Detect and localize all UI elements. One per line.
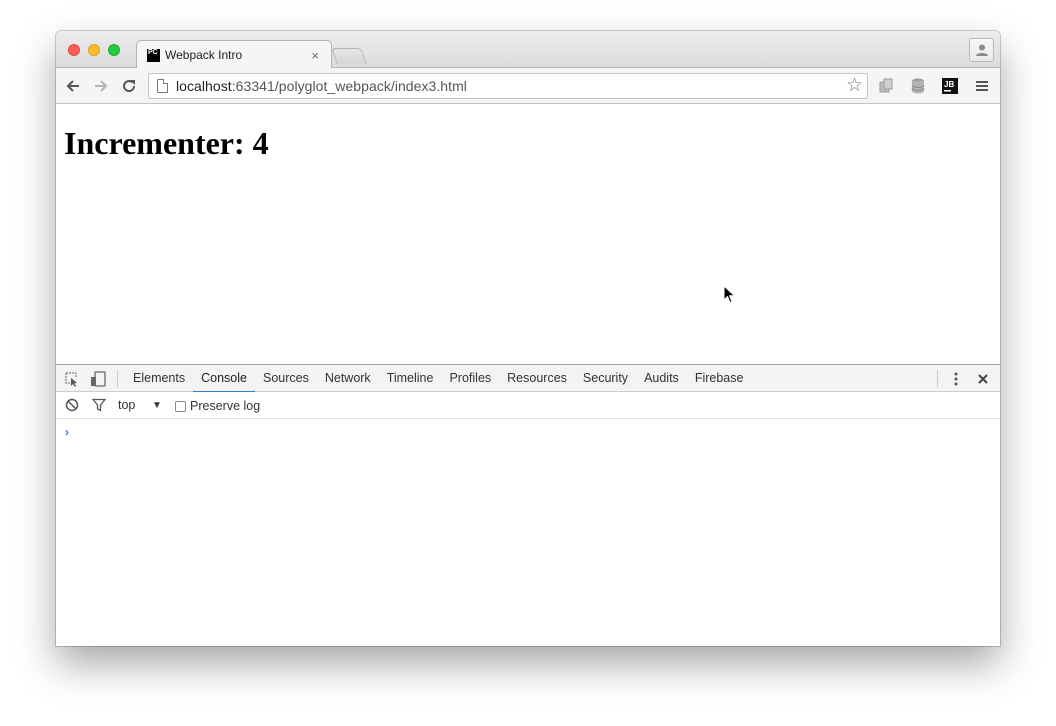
database-icon	[911, 78, 925, 94]
url-path: :63341/polyglot_webpack/index3.html	[231, 78, 467, 94]
zoom-window-button[interactable]	[108, 44, 120, 56]
browser-tab[interactable]: PC Webpack Intro ×	[136, 40, 332, 69]
address-bar[interactable]: localhost:63341/polyglot_webpack/index3.…	[148, 73, 868, 99]
tab-title: Webpack Intro	[165, 48, 243, 62]
reload-icon	[123, 80, 136, 93]
clear-console-button[interactable]	[63, 396, 81, 414]
new-tab-button[interactable]	[331, 48, 367, 64]
tab-network[interactable]: Network	[317, 365, 379, 392]
profile-icon	[975, 44, 988, 56]
page-content: Incrementer: 4	[56, 105, 1000, 364]
kebab-menu-icon	[954, 372, 958, 386]
database-extension-button[interactable]	[908, 76, 928, 96]
tab-elements[interactable]: Elements	[125, 365, 193, 392]
svg-text:JB: JB	[944, 80, 954, 89]
toolbar-divider	[937, 370, 938, 387]
devtools-tabs: Elements Console Sources Network Timelin…	[125, 365, 752, 393]
device-toggle-icon	[91, 371, 106, 387]
tab-resources[interactable]: Resources	[499, 365, 575, 392]
page-heading: Incrementer: 4	[64, 125, 269, 161]
tab-audits[interactable]: Audits	[636, 365, 687, 392]
filter-icon	[92, 398, 106, 412]
page-info-icon[interactable]	[157, 79, 168, 93]
mouse-cursor-icon	[723, 285, 736, 304]
inspect-cursor-icon	[65, 372, 77, 387]
browser-toolbar: localhost:63341/polyglot_webpack/index3.…	[56, 68, 1000, 104]
device-mode-button[interactable]	[89, 370, 107, 388]
preserve-log-option[interactable]: Preserve log	[175, 399, 260, 413]
tab-timeline[interactable]: Timeline	[379, 365, 442, 392]
close-icon	[978, 374, 988, 384]
jetbrains-icon: JB	[942, 78, 958, 94]
devtools-panel: Elements Console Sources Network Timelin…	[56, 364, 1000, 646]
preserve-log-checkbox[interactable]	[175, 400, 186, 412]
tab-security[interactable]: Security	[575, 365, 636, 392]
forward-button[interactable]	[91, 76, 111, 96]
url-host: localhost	[176, 78, 232, 94]
context-selector[interactable]: top	[118, 392, 135, 419]
toolbar-divider	[117, 370, 118, 387]
tab-close-icon[interactable]: ×	[311, 48, 319, 63]
tab-firebase[interactable]: Firebase	[687, 365, 752, 392]
pycharm-favicon-icon: PC	[147, 48, 160, 62]
devtools-menu-button[interactable]	[947, 370, 965, 388]
tab-profiles[interactable]: Profiles	[441, 365, 499, 392]
console-toolbar: top ▼ Preserve log	[56, 392, 1000, 419]
preserve-log-label: Preserve log	[190, 399, 261, 413]
profile-button[interactable]	[969, 38, 994, 62]
clear-console-icon	[65, 398, 79, 412]
chrome-menu-button[interactable]	[972, 76, 992, 96]
reload-button[interactable]	[119, 76, 139, 96]
back-button[interactable]	[63, 76, 83, 96]
tab-sources[interactable]: Sources	[255, 365, 317, 392]
extension-button[interactable]	[876, 76, 896, 96]
url-text[interactable]: localhost:63341/polyglot_webpack/index3.…	[176, 78, 467, 94]
minimize-window-button[interactable]	[88, 44, 100, 56]
tab-strip: PC Webpack Intro ×	[56, 31, 1000, 69]
hamburger-menu-icon	[976, 81, 988, 91]
close-window-button[interactable]	[68, 44, 80, 56]
back-arrow-icon	[66, 80, 79, 92]
devtools-tab-bar: Elements Console Sources Network Timelin…	[56, 365, 1000, 393]
inspect-element-button[interactable]	[63, 370, 81, 388]
console-prompt[interactable]: ›	[65, 425, 69, 439]
star-icon[interactable]: ☆	[846, 76, 863, 96]
jetbrains-extension-button[interactable]: JB	[940, 76, 960, 96]
forward-arrow-icon	[95, 80, 108, 92]
tab-console[interactable]: Console	[193, 365, 255, 393]
filter-button[interactable]	[90, 396, 108, 414]
close-devtools-button[interactable]	[974, 370, 992, 388]
browser-window: PC Webpack Intro × localhost:63341/polyg…	[56, 31, 1000, 646]
context-dropdown-icon[interactable]: ▼	[152, 392, 162, 419]
puzzle-extension-icon	[879, 78, 893, 93]
